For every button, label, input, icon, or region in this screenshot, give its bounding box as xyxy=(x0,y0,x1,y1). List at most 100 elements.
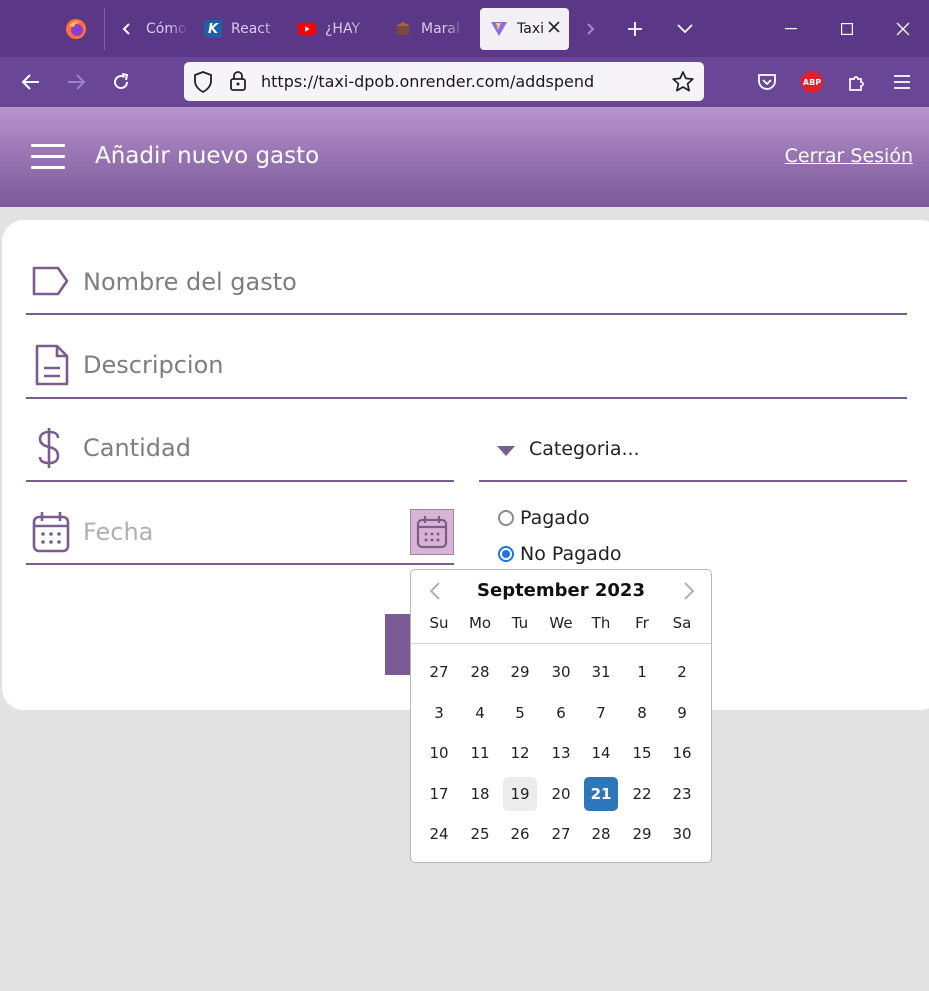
calendar-day[interactable]: 14 xyxy=(584,736,618,770)
calendar-day[interactable]: 23 xyxy=(665,777,699,811)
adblock-button[interactable]: ABP xyxy=(792,62,832,102)
weekday-label: Su xyxy=(429,614,449,632)
expense-name-field[interactable]: Nombre del gasto xyxy=(26,252,907,315)
calendar-icon xyxy=(32,511,70,553)
tab-react[interactable]: K React xyxy=(204,8,282,50)
chevron-right-icon xyxy=(684,582,695,600)
firefox-icon xyxy=(66,19,86,39)
close-window-button[interactable] xyxy=(875,0,929,57)
list-all-tabs-button[interactable] xyxy=(667,8,703,50)
tab-taxi[interactable]: Taxi xyxy=(480,8,569,50)
calendar-day[interactable]: 30 xyxy=(665,817,699,851)
category-select[interactable]: Categoria... xyxy=(479,418,907,482)
calendar-day[interactable]: 9 xyxy=(665,696,699,730)
tab-scroll-right-button[interactable] xyxy=(572,8,608,50)
calendar-day[interactable]: 25 xyxy=(463,817,497,851)
calendar-day[interactable]: 15 xyxy=(625,736,659,770)
forward-button[interactable] xyxy=(56,62,96,102)
radio-label: Pagado xyxy=(520,507,590,529)
maximize-button[interactable] xyxy=(819,0,875,57)
calendar-day[interactable]: 10 xyxy=(422,736,456,770)
calendar-day[interactable]: 24 xyxy=(422,817,456,851)
tab-youtube[interactable]: ¿HAY xyxy=(298,8,370,50)
site-icon xyxy=(394,20,412,38)
calendar-day[interactable]: 1 xyxy=(625,655,659,689)
calendar-day[interactable]: 3 xyxy=(422,696,456,730)
adblock-icon: ABP xyxy=(801,71,823,93)
calendar-day[interactable]: 27 xyxy=(544,817,578,851)
new-tab-button[interactable] xyxy=(617,8,653,50)
radio-button[interactable] xyxy=(498,546,514,562)
tab-maral[interactable]: Maral xyxy=(394,8,464,50)
calendar-day[interactable]: 29 xyxy=(503,655,537,689)
open-calendar-button[interactable] xyxy=(410,509,454,555)
category-placeholder: Categoria... xyxy=(529,438,640,460)
weekday-label: Fr xyxy=(635,614,649,632)
calendar-day[interactable]: 11 xyxy=(463,736,497,770)
close-tab-icon[interactable] xyxy=(548,21,560,37)
calendar-day[interactable]: 28 xyxy=(584,817,618,851)
pocket-button[interactable] xyxy=(747,62,787,102)
arrow-left-icon xyxy=(21,74,39,90)
calendar-day[interactable]: 28 xyxy=(463,655,497,689)
calendar-day[interactable]: 26 xyxy=(503,817,537,851)
month-label: September 2023 xyxy=(477,580,645,601)
description-placeholder: Descripcion xyxy=(83,351,224,379)
address-bar[interactable]: https://taxi-dpob.onrender.com/addspend xyxy=(184,62,704,101)
datepicker-popup: September 2023 Su Mo Tu We Th Fr Sa 27 28 29 30 31… xyxy=(410,569,712,863)
reload-icon xyxy=(114,73,129,90)
calendar-day[interactable]: 22 xyxy=(625,777,659,811)
puzzle-icon xyxy=(849,76,864,91)
calendar-day[interactable]: 5 xyxy=(503,696,537,730)
radio-no-pagado[interactable]: No Pagado xyxy=(498,543,622,565)
calendar-day[interactable]: 21 xyxy=(584,777,618,811)
weekday-label: Mo xyxy=(468,614,492,632)
calendar-day[interactable]: 16 xyxy=(665,736,699,770)
calendar-day[interactable]: 2 xyxy=(665,655,699,689)
calendar-day[interactable]: 30 xyxy=(544,655,578,689)
tag-icon xyxy=(32,266,70,296)
app-menu-button[interactable] xyxy=(882,62,922,102)
caret-down-icon xyxy=(497,446,515,456)
calendar-day[interactable]: 18 xyxy=(463,777,497,811)
calendar-day[interactable]: 12 xyxy=(503,736,537,770)
tab-strip: Cómo K React ¿HAY Maral Taxi xyxy=(0,0,929,57)
lock-icon[interactable] xyxy=(229,71,247,95)
menu-icon[interactable] xyxy=(31,144,65,170)
calendar-day[interactable]: 27 xyxy=(422,655,456,689)
close-icon xyxy=(896,22,910,35)
back-button[interactable] xyxy=(11,62,51,102)
calendar-day[interactable]: 29 xyxy=(625,817,659,851)
reload-button[interactable] xyxy=(101,62,141,102)
date-field[interactable]: Fecha xyxy=(26,502,454,565)
url-text[interactable]: https://taxi-dpob.onrender.com/addspend xyxy=(261,72,594,91)
bookmark-star-icon[interactable] xyxy=(672,71,694,96)
app-header: Añadir nuevo gasto Cerrar Sesión xyxy=(0,107,929,207)
radio-pagado[interactable]: Pagado xyxy=(498,507,590,529)
calendar-day[interactable]: 8 xyxy=(625,696,659,730)
logout-link[interactable]: Cerrar Sesión xyxy=(785,145,913,167)
weekday-label: Tu xyxy=(511,614,529,632)
chevron-down-icon xyxy=(677,24,693,34)
calendar-day[interactable]: 19 xyxy=(503,777,537,811)
calendar-day[interactable]: 20 xyxy=(544,777,578,811)
next-month-button[interactable] xyxy=(677,579,701,603)
description-field[interactable]: Descripcion xyxy=(26,335,907,399)
radio-button[interactable] xyxy=(498,510,514,526)
shield-icon[interactable] xyxy=(193,71,213,97)
calendar-day[interactable]: 17 xyxy=(422,777,456,811)
calendar-day[interactable]: 6 xyxy=(544,696,578,730)
amount-field[interactable]: Cantidad xyxy=(26,418,454,482)
dollar-icon xyxy=(36,426,62,470)
calendar-day[interactable]: 31 xyxy=(584,655,618,689)
minimize-button[interactable] xyxy=(763,0,819,57)
calendar-day[interactable]: 4 xyxy=(463,696,497,730)
tab-como[interactable]: Cómo xyxy=(146,8,188,50)
calendar-day[interactable]: 7 xyxy=(584,696,618,730)
extensions-button[interactable] xyxy=(837,62,877,102)
arrow-right-icon xyxy=(68,74,86,90)
tab-scroll-left-button[interactable] xyxy=(104,8,148,50)
minimize-icon xyxy=(785,27,797,29)
firefox-menu-button[interactable] xyxy=(58,8,94,50)
calendar-day[interactable]: 13 xyxy=(544,736,578,770)
